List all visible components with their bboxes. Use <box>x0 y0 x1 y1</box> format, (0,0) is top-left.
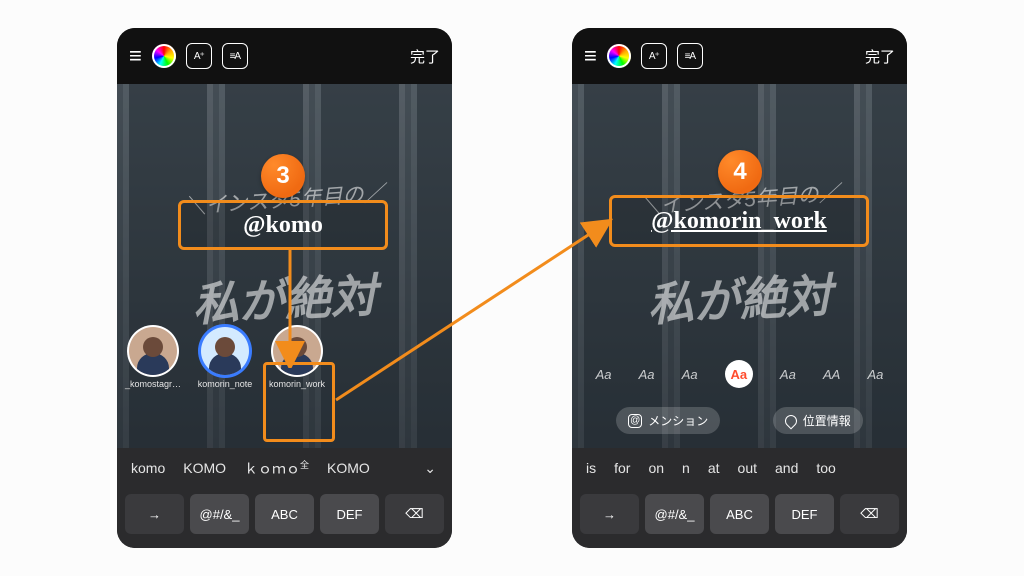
mention-suggestion[interactable]: komorin_note <box>189 327 261 389</box>
prediction[interactable]: on <box>640 460 672 476</box>
align-icon[interactable]: ≡ <box>129 45 142 67</box>
phone-step4: ≡ A⁺ ≡A 完了 ＼インスタ5年目の／ 私が絶対 Aa Aa Aa Aa A… <box>572 28 907 548</box>
prediction[interactable]: komo <box>123 460 173 476</box>
key-abc[interactable]: ABC <box>255 494 314 534</box>
pin-icon <box>782 412 799 429</box>
step-badge-4: 4 <box>718 150 762 194</box>
phone-step3: ≡ A⁺ ≡A 完了 ＼インスタ5年目の／ 私が絶対 _komostagr… k… <box>117 28 452 548</box>
avatar-icon <box>129 327 177 375</box>
prediction[interactable]: n <box>674 460 698 476</box>
mention-username: _komostagr… <box>125 379 181 389</box>
location-button[interactable]: 位置情報 <box>773 407 863 434</box>
prediction[interactable]: too <box>808 460 843 476</box>
prediction[interactable]: for <box>606 460 638 476</box>
key-symbols[interactable]: @#/&_ <box>190 494 249 534</box>
color-picker-icon[interactable] <box>607 44 631 68</box>
step-badge-3: 3 <box>261 154 305 198</box>
align-icon[interactable]: ≡ <box>584 45 597 67</box>
annotation-highlight-mention-input: @komo <box>178 200 388 250</box>
prediction[interactable]: at <box>700 460 728 476</box>
key-backspace[interactable]: ⌫ <box>385 494 444 534</box>
at-icon: @ <box>628 414 642 428</box>
done-button[interactable]: 完了 <box>410 46 440 67</box>
prediction[interactable]: is <box>578 460 604 476</box>
mention-button[interactable]: @ メンション <box>616 407 720 434</box>
font-bg-icon[interactable]: ≡A <box>222 43 248 69</box>
font-effect-icon[interactable]: A⁺ <box>186 43 212 69</box>
keyboard: komo KOMO ｋｏｍｏ全 KOMO ⌄ → @#/&_ ABC DEF ⌫ <box>117 448 452 548</box>
key-symbols[interactable]: @#/&_ <box>645 494 704 534</box>
prediction[interactable]: KOMO <box>319 460 378 476</box>
font-option[interactable]: Aa <box>639 367 655 382</box>
key-next[interactable]: → <box>125 494 184 534</box>
font-option[interactable]: Aa <box>867 367 883 382</box>
font-style-row: Aa Aa Aa Aa Aa AA Aa <box>572 360 907 388</box>
chevron-down-icon[interactable]: ⌄ <box>414 460 446 477</box>
font-effect-icon[interactable]: A⁺ <box>641 43 667 69</box>
font-option[interactable]: Aa <box>780 367 796 382</box>
key-backspace[interactable]: ⌫ <box>840 494 899 534</box>
story-canvas[interactable]: ＼インスタ5年目の／ 私が絶対 Aa Aa Aa Aa Aa AA Aa @ メ… <box>572 84 907 448</box>
annotation-highlight-selected-user <box>263 362 335 442</box>
font-bg-icon[interactable]: ≡A <box>677 43 703 69</box>
story-text-toolbar: ≡ A⁺ ≡A 完了 <box>572 28 907 84</box>
annotation-highlight-mention-result: @komorin_work <box>609 195 869 247</box>
prediction[interactable]: ｋｏｍｏ全 <box>236 458 317 479</box>
font-option[interactable]: Aa <box>682 367 698 382</box>
location-label: 位置情報 <box>803 412 851 429</box>
prediction[interactable]: and <box>767 460 806 476</box>
avatar-icon <box>201 327 249 375</box>
prediction[interactable]: KOMO <box>175 460 234 476</box>
prediction-row: is for on n at out and too <box>572 448 907 488</box>
key-def[interactable]: DEF <box>320 494 379 534</box>
font-option-active[interactable]: Aa <box>725 360 753 388</box>
tag-button-row: @ メンション 位置情報 <box>572 407 907 434</box>
font-option[interactable]: AA <box>823 367 840 382</box>
done-button[interactable]: 完了 <box>865 46 895 67</box>
prediction-row: komo KOMO ｋｏｍｏ全 KOMO ⌄ <box>117 448 452 488</box>
mention-label: メンション <box>648 412 708 429</box>
font-option[interactable]: Aa <box>596 367 612 382</box>
color-picker-icon[interactable] <box>152 44 176 68</box>
keyboard: is for on n at out and too → @#/&_ ABC D… <box>572 448 907 548</box>
key-abc[interactable]: ABC <box>710 494 769 534</box>
prediction[interactable]: out <box>730 460 765 476</box>
key-def[interactable]: DEF <box>775 494 834 534</box>
mention-username: komorin_note <box>198 379 253 389</box>
story-text-toolbar: ≡ A⁺ ≡A 完了 <box>117 28 452 84</box>
key-next[interactable]: → <box>580 494 639 534</box>
mention-suggestion[interactable]: _komostagr… <box>117 327 189 389</box>
